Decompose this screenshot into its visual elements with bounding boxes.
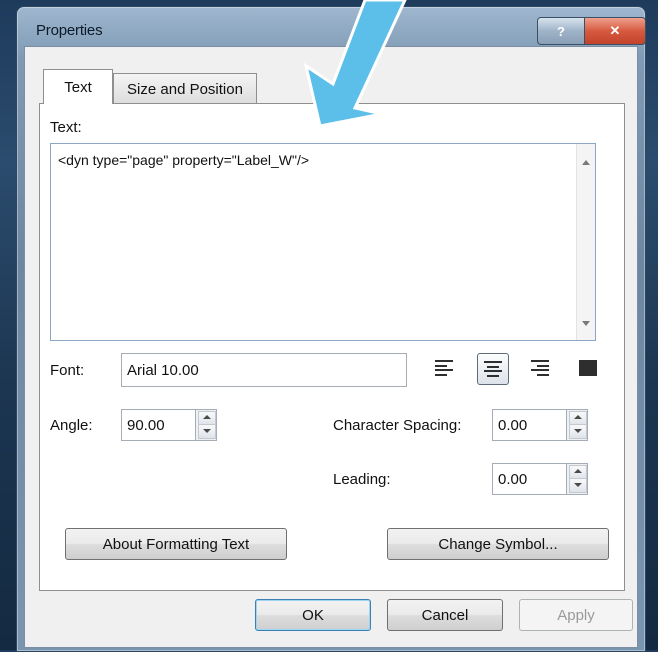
annotation-arrow xyxy=(303,0,407,128)
